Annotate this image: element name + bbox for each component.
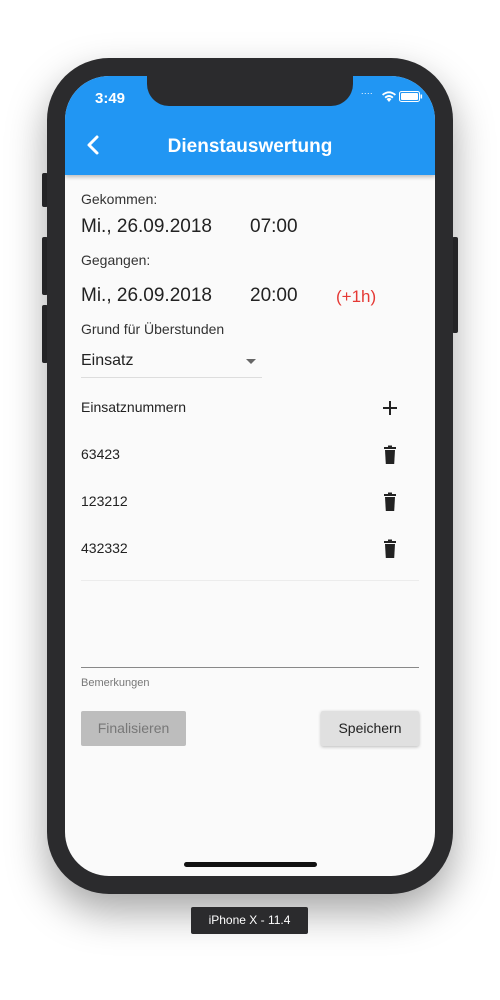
delete-button[interactable]: [375, 534, 405, 564]
reason-value: Einsatz: [81, 352, 134, 369]
device-label: iPhone X - 11.4: [191, 907, 308, 934]
trash-icon: [384, 445, 396, 464]
remarks-underline: [81, 667, 419, 668]
came-time[interactable]: 07:00: [250, 216, 298, 238]
add-mission-button[interactable]: [375, 393, 405, 423]
left-time[interactable]: 20:00: [250, 285, 298, 307]
notch: [147, 76, 353, 106]
signal-dots: ....: [361, 86, 374, 96]
mission-numbers-header: Einsatznummern: [81, 393, 419, 423]
delete-button[interactable]: [375, 440, 405, 470]
remarks-field[interactable]: [81, 596, 419, 666]
list-item: 432332: [81, 534, 419, 564]
trash-icon: [384, 539, 396, 558]
app-bar: 3:49 .... Dienstauswertung: [65, 76, 435, 175]
wifi-icon: [382, 91, 396, 102]
mission-number: 123212: [81, 493, 128, 509]
plus-icon: [383, 401, 397, 415]
status-icons: ....: [361, 86, 423, 104]
delete-button[interactable]: [375, 487, 405, 517]
came-label: Gekommen:: [81, 191, 158, 207]
finalize-button[interactable]: Finalisieren: [81, 711, 186, 746]
save-button[interactable]: Speichern: [321, 711, 419, 746]
list-item: 63423: [81, 440, 419, 470]
caret-down-icon: [246, 359, 256, 364]
list-item: 123212: [81, 487, 419, 517]
battery-icon: [399, 91, 423, 102]
left-label: Gegangen:: [81, 252, 151, 268]
screen: 3:49 .... Dienstauswertung Gekommen: Mi.…: [65, 76, 435, 876]
mission-number: 432332: [81, 540, 128, 556]
left-date[interactable]: Mi., 26.09.2018: [81, 285, 212, 307]
trash-icon: [384, 492, 396, 511]
remarks-label: Bemerkungen: [81, 677, 150, 689]
overtime-badge: (+1h): [336, 287, 377, 306]
status-time: 3:49: [95, 90, 126, 107]
mission-number: 63423: [81, 446, 120, 462]
reason-dropdown[interactable]: Einsatz: [81, 346, 262, 378]
list-divider: [81, 580, 419, 581]
home-indicator: [184, 862, 317, 867]
came-date[interactable]: Mi., 26.09.2018: [81, 216, 212, 238]
reason-label: Grund für Überstunden: [81, 321, 225, 337]
mission-numbers-label: Einsatznummern: [81, 399, 187, 415]
page-title: Dienstauswertung: [167, 136, 333, 157]
